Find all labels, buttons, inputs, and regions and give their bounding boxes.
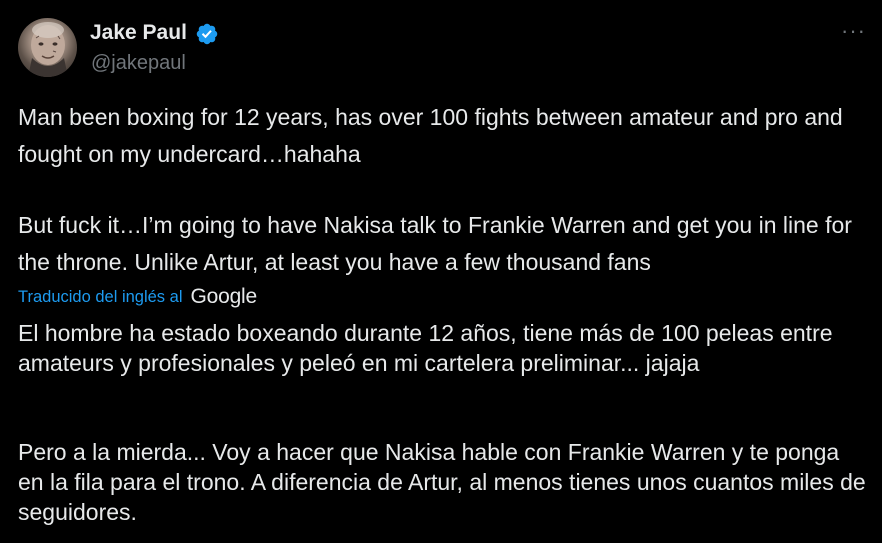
more-options-icon[interactable]: ··· (841, 20, 866, 42)
translation-label[interactable]: Traducido del inglés al (18, 288, 182, 307)
tweet: Jake Paul @jakepaul ··· Man been boxing … (0, 0, 882, 543)
tweet-paragraph-1: Man been boxing for 12 years, has over 1… (18, 104, 843, 167)
avatar-image (28, 22, 68, 77)
handle[interactable]: @jakepaul (91, 51, 186, 75)
google-logo: Google (190, 285, 258, 308)
translation-paragraph-2: Pero a la mierda... Voy a hacer que Naki… (18, 439, 866, 525)
display-name[interactable]: Jake Paul (90, 20, 187, 46)
verified-badge-icon (196, 23, 218, 45)
tweet-paragraph-2: But fuck it…I’m going to have Nakisa tal… (18, 212, 852, 275)
translation-attribution[interactable]: Traducido del inglés al Google (18, 283, 257, 311)
translation-paragraph-1: El hombre ha estado boxeando durante 12 … (18, 320, 833, 376)
avatar[interactable] (18, 18, 77, 77)
